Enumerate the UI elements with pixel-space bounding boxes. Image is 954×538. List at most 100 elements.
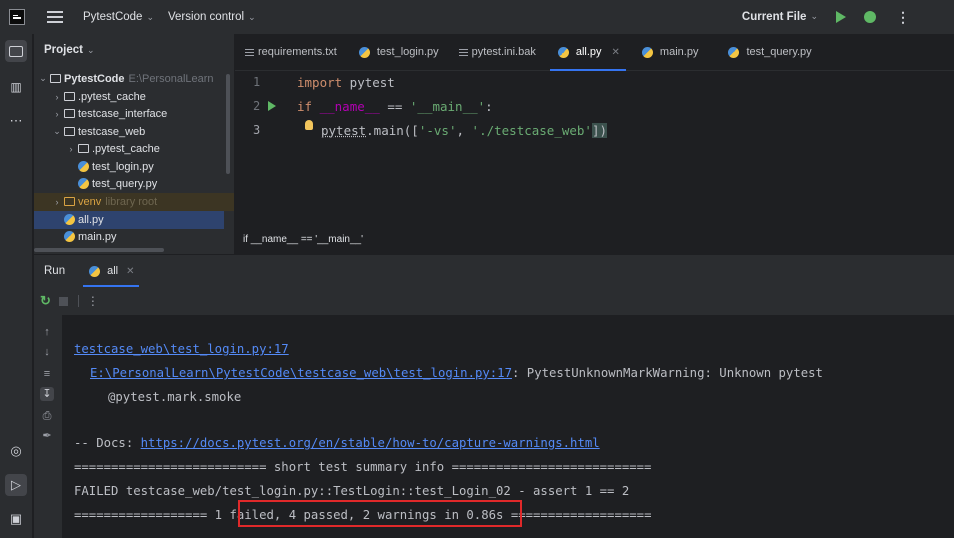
editor: requirements.txt test_login.py pytest.in… [235, 34, 954, 254]
toolbar-separator [77, 295, 79, 307]
file-link[interactable]: E:\PersonalLearn\PytestCode\testcase_web… [90, 366, 512, 380]
tab-requirements[interactable]: requirements.txt [235, 34, 347, 71]
tree-item-testcase-interface[interactable]: › testcase_interface [34, 105, 234, 123]
folder-icon [50, 74, 61, 84]
tree-item-label: testcase_web [78, 125, 146, 138]
arrow-up-icon[interactable]: ↑ [40, 325, 54, 339]
console-line: @pytest.mark.smoke [108, 390, 242, 404]
docs-link[interactable]: https://docs.pytest.org/en/stable/how-to… [141, 436, 600, 450]
vcs-menu[interactable]: Version control ⌄ [168, 11, 256, 23]
terminal-tool-button[interactable]: ▣ [5, 508, 27, 530]
line-number: 1 [253, 75, 261, 89]
run-tool-button[interactable]: ▷ [5, 474, 27, 496]
file-link[interactable]: testcase_web\test_login.py:17 [74, 342, 289, 356]
call-close: ]) [591, 123, 608, 138]
tree-item-web-pytest-cache[interactable]: › .pytest_cache [34, 140, 234, 158]
close-icon[interactable]: ✕ [126, 266, 134, 277]
services-tool-button[interactable]: ◎ [5, 440, 27, 462]
structure-icon: ▥ [10, 80, 22, 94]
tree-item-label: .pytest_cache [92, 142, 160, 155]
tree-item-main-py[interactable]: main.py [34, 228, 234, 246]
python-file-icon [78, 161, 89, 173]
more-tools-button[interactable]: ⋯ [5, 110, 27, 132]
console-line: ========================== short test su… [74, 460, 652, 474]
tree-item-testcase-web[interactable]: ⌄ testcase_web [34, 123, 234, 141]
print-icon[interactable]: ⎙ [40, 409, 54, 423]
tree-item-label: .pytest_cache [78, 90, 146, 103]
project-panel-header[interactable]: Project ⌄ [34, 34, 234, 66]
more-icon[interactable]: ⋮ [87, 294, 99, 308]
python-file-icon [557, 46, 569, 58]
tab-test-query[interactable]: test_query.py [716, 34, 821, 71]
more-actions-icon[interactable]: ⋮ [896, 9, 910, 26]
tab-test-login[interactable]: test_login.py [347, 34, 449, 71]
string-literal: '__main__' [409, 99, 486, 114]
python-file-icon [358, 46, 370, 58]
run-gutter-icon[interactable] [268, 101, 276, 111]
vertical-scrollbar[interactable] [226, 74, 230, 174]
tree-item-test-query[interactable]: test_query.py [34, 175, 234, 193]
code-line-1: import pytest [297, 72, 395, 94]
debug-icon[interactable] [864, 11, 876, 23]
python-file-icon [641, 46, 653, 58]
tab-all-py[interactable]: all.py ✕ [546, 34, 630, 71]
structure-tool-button[interactable]: ▥ [5, 76, 27, 98]
console-output[interactable]: testcase_web\test_login.py:17 E:\Persona… [62, 315, 954, 538]
tree-item-all-py[interactable]: all.py [34, 211, 224, 229]
console-line: -- Docs: https://docs.pytest.org/en/stab… [74, 433, 600, 453]
keyword-import: import [297, 75, 343, 90]
dunder-name: __name__ [312, 99, 380, 114]
close-icon[interactable]: ✕ [612, 47, 620, 58]
tree-item-venv[interactable]: › venv library root [34, 193, 234, 211]
soft-wrap-icon[interactable]: ≡ [40, 367, 54, 381]
trash-icon[interactable]: ✒ [40, 429, 54, 443]
tab-main-py[interactable]: main.py [630, 34, 709, 71]
module-name: pytest [342, 75, 395, 90]
chevron-down-icon: ⌄ [248, 11, 256, 22]
tree-item-path: E:\PersonalLearn [128, 72, 214, 85]
tab-label: test_login.py [376, 46, 439, 58]
expand-arrow-icon: ⌄ [53, 126, 61, 137]
editor-tabs: requirements.txt test_login.py pytest.in… [235, 34, 954, 71]
more-icon: ⋯ [9, 113, 23, 128]
line-number: 2 [253, 99, 261, 113]
project-menu[interactable]: PytestCode ⌄ [83, 11, 154, 23]
lightbulb-icon[interactable] [305, 120, 313, 130]
run-tab-all[interactable]: all ✕ [83, 255, 139, 287]
run-panel-header: Run all ✕ [34, 255, 954, 287]
tree-item-pytest-cache[interactable]: › .pytest_cache [34, 88, 234, 106]
tab-pytest-ini[interactable]: pytest.ini.bak [449, 34, 546, 71]
rerun-icon[interactable]: ↻ [40, 293, 51, 309]
collapse-arrow-icon: › [55, 196, 59, 207]
arrow-down-icon[interactable]: ↓ [40, 345, 54, 359]
line-number: 3 [253, 123, 261, 137]
left-tool-strip: ▥ ⋯ ◎ ▷ ▣ [0, 34, 33, 538]
app-logo-icon[interactable] [9, 9, 25, 25]
tab-label: test_query.py [746, 46, 812, 58]
folder-icon [9, 45, 23, 57]
python-file-icon [89, 265, 101, 277]
run-config-selector[interactable]: Current File ⌄ [742, 11, 818, 23]
breadcrumb[interactable]: if __name__ == '__main__' [243, 234, 363, 245]
docs-prefix: -- Docs: [74, 436, 141, 450]
scroll-to-end-icon[interactable]: ↧ [40, 387, 54, 401]
main-menu-icon[interactable] [47, 11, 63, 23]
vcs-menu-label: Version control [168, 11, 245, 23]
console-line: testcase_web\test_login.py:17 [74, 339, 289, 359]
code-line-2: if __name__ == '__main__': [297, 96, 493, 118]
text-file-icon [458, 48, 468, 56]
project-tool-button[interactable] [5, 40, 27, 62]
module-ref: pytest [321, 123, 367, 138]
horizontal-scrollbar[interactable] [34, 248, 164, 252]
chevron-down-icon: ⌄ [87, 44, 95, 55]
tree-item-project-root[interactable]: ⌄ PytestCode E:\PersonalLearn [34, 70, 234, 88]
colon: : [485, 99, 493, 114]
warning-text: : PytestUnknownMarkWarning: Unknown pyte… [512, 366, 823, 380]
tree-item-label: venv [78, 195, 102, 208]
terminal-icon: ▣ [9, 511, 23, 526]
folder-icon [78, 144, 89, 154]
tree-item-test-login[interactable]: test_login.py [34, 158, 234, 176]
stop-icon[interactable] [58, 296, 68, 306]
run-icon[interactable] [836, 11, 846, 23]
folder-icon [64, 92, 75, 102]
